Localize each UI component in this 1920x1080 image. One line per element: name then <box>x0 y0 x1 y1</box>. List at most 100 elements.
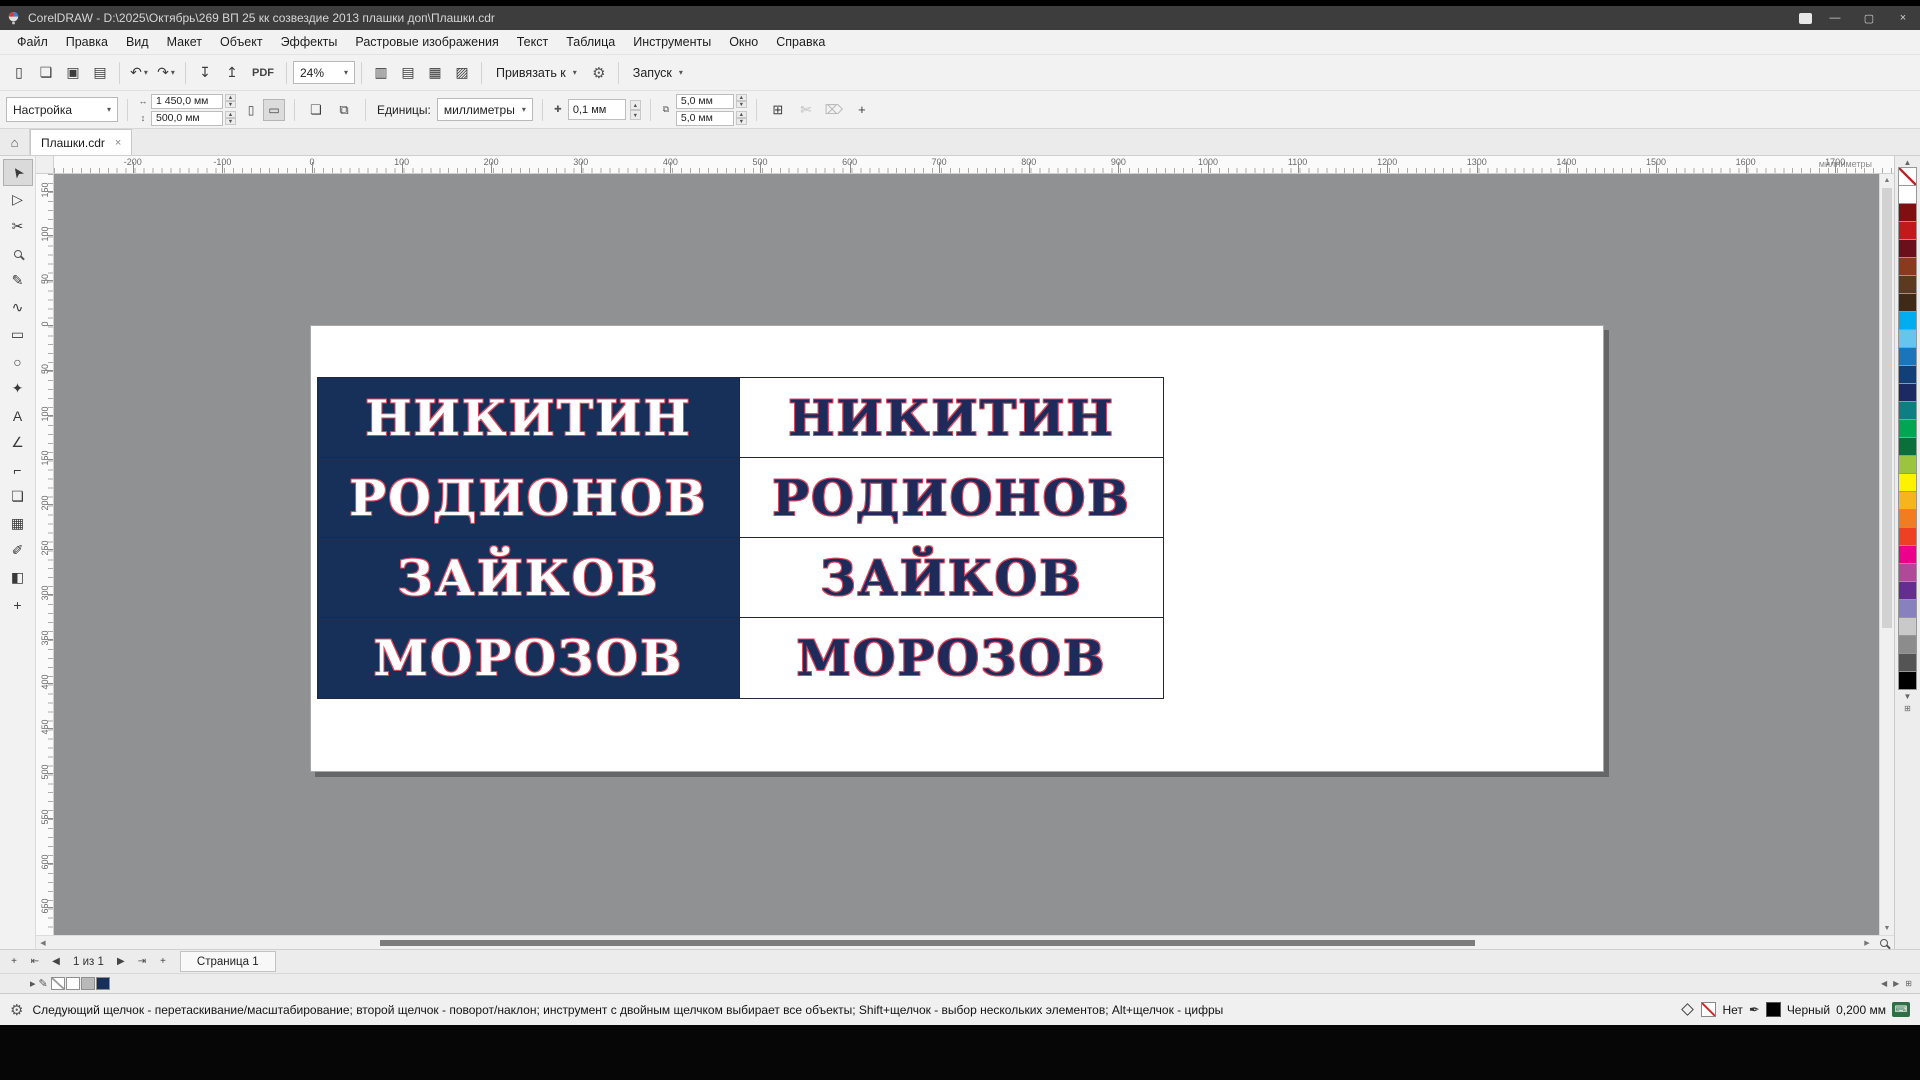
menu-item-4[interactable]: Объект <box>211 31 272 53</box>
open-button[interactable]: ❏ <box>33 60 59 86</box>
palette-swatch-2[interactable] <box>1898 203 1917 222</box>
horizontal-scrollbar-thumb[interactable] <box>380 940 1475 946</box>
palette-swatch-19[interactable] <box>1898 509 1917 528</box>
menu-item-10[interactable]: Окно <box>720 31 767 53</box>
page-tab[interactable]: Страница 1 <box>180 951 276 972</box>
ruler-origin-button[interactable] <box>36 156 54 173</box>
palette-swatch-20[interactable] <box>1898 527 1917 546</box>
fullscreen-preview-button[interactable]: ▥ <box>368 60 394 86</box>
palette-no-color-swatch[interactable] <box>1898 167 1917 186</box>
undo-button[interactable]: ↶▾ <box>126 60 152 86</box>
duplicate-x-stepper[interactable]: ▲▼ <box>736 94 747 108</box>
menu-item-7[interactable]: Текст <box>508 31 557 53</box>
close-button[interactable]: × <box>1886 6 1920 30</box>
import-button[interactable]: ↧ <box>192 60 218 86</box>
duplicate-y-field[interactable]: 5,0 мм <box>676 111 734 126</box>
palette-swatch-26[interactable] <box>1898 635 1917 654</box>
ellipse-tool[interactable]: ○ <box>3 348 33 375</box>
plate-cell-navy-2[interactable]: ЗАЙКОВ <box>318 538 740 618</box>
menu-item-8[interactable]: Таблица <box>557 31 624 53</box>
plate-cell-white-1[interactable]: РОДИОНОВ <box>740 458 1163 538</box>
add-tool-button[interactable]: + <box>3 591 33 618</box>
drawing-canvas[interactable]: НИКИТИННИКИТИНРОДИОНОВРОДИОНОВЗАЙКОВЗАЙК… <box>54 174 1879 935</box>
palette-swatch-9[interactable] <box>1898 329 1917 348</box>
current-page-button[interactable]: ⧉ <box>332 98 356 122</box>
launch-dropdown[interactable]: Запуск ▾ <box>625 60 691 86</box>
redo-button[interactable]: ↷▾ <box>153 60 179 86</box>
palette-swatch-6[interactable] <box>1898 275 1917 294</box>
portrait-button[interactable]: ▯ <box>240 99 262 121</box>
doc-palette-scroll-left-icon[interactable]: ◀ <box>1881 979 1887 988</box>
fill-none-swatch[interactable] <box>1701 1002 1716 1017</box>
plate-cell-white-2[interactable]: ЗАЙКОВ <box>740 538 1163 618</box>
page-width-field[interactable]: 1 450,0 мм <box>151 94 223 109</box>
palette-expand-icon[interactable]: ⊞ <box>1904 702 1911 714</box>
palette-swatch-8[interactable] <box>1898 311 1917 330</box>
plate-cell-navy-0[interactable]: НИКИТИН <box>318 378 740 458</box>
rectangle-tool[interactable]: ▭ <box>3 321 33 348</box>
palette-swatch-18[interactable] <box>1898 491 1917 510</box>
horizontal-ruler[interactable]: миллиметры -200-100010020030040050060070… <box>54 156 1894 173</box>
new-document-button[interactable]: ▯ <box>6 60 32 86</box>
doc-palette-more-icon[interactable]: ⊞ <box>1905 979 1912 988</box>
bspline-tool[interactable]: ∿ <box>3 294 33 321</box>
duplicate-x-field[interactable]: 5,0 мм <box>676 94 734 109</box>
status-gear-icon[interactable]: ⚙ <box>10 1001 23 1019</box>
fill-tool[interactable]: ◧ <box>3 564 33 591</box>
zoom-corner-button[interactable] <box>1874 936 1894 949</box>
tab-close-icon[interactable]: × <box>115 137 121 149</box>
minimize-button[interactable]: — <box>1818 6 1852 30</box>
horizontal-scrollbar-track[interactable] <box>50 936 1860 949</box>
palette-swatch-4[interactable] <box>1898 239 1917 258</box>
palette-swatch-28[interactable] <box>1898 671 1917 690</box>
duplicate-y-stepper[interactable]: ▲▼ <box>736 111 747 125</box>
menu-item-5[interactable]: Эффекты <box>272 31 347 53</box>
last-page-button[interactable]: ⇥ <box>132 952 152 972</box>
connector-tool[interactable]: ⌐ <box>3 456 33 483</box>
palette-swatch-22[interactable] <box>1898 563 1917 582</box>
add-page-button[interactable]: + <box>4 952 24 972</box>
scroll-right-icon[interactable]: ▶ <box>1860 936 1874 949</box>
palette-swatch-27[interactable] <box>1898 653 1917 672</box>
doc-palette-swatch-3[interactable] <box>96 977 110 990</box>
landscape-button[interactable]: ▭ <box>263 99 285 121</box>
nudge-stepper[interactable]: ▲▼ <box>630 100 641 120</box>
menu-item-0[interactable]: Файл <box>8 31 57 53</box>
shadow-tool[interactable]: ❏ <box>3 483 33 510</box>
show-guidelines-button[interactable]: ▨ <box>449 60 475 86</box>
menu-item-11[interactable]: Справка <box>767 31 834 53</box>
palette-swatch-23[interactable] <box>1898 581 1917 600</box>
scroll-left-icon[interactable]: ◀ <box>36 936 50 949</box>
doc-palette-swatch-2[interactable] <box>81 977 95 990</box>
horizontal-scrollbar[interactable]: ◀ ▶ <box>36 935 1894 949</box>
palette-swatch-15[interactable] <box>1898 437 1917 456</box>
doc-palette-pencil-icon[interactable]: ✎ <box>39 977 48 990</box>
palette-swatch-7[interactable] <box>1898 293 1917 312</box>
welcome-tab[interactable]: ⌂ <box>0 129 30 155</box>
all-pages-button[interactable]: ❏ <box>304 98 328 122</box>
palette-swatch-17[interactable] <box>1898 473 1917 492</box>
maximize-button[interactable]: ▢ <box>1852 6 1886 30</box>
vertical-scrollbar[interactable]: ▲ ▼ <box>1879 174 1894 935</box>
plate-cell-navy-1[interactable]: РОДИОНОВ <box>318 458 740 538</box>
palette-swatch-25[interactable] <box>1898 617 1917 636</box>
menu-item-3[interactable]: Макет <box>158 31 211 53</box>
doc-palette-swatch-0[interactable] <box>51 977 65 990</box>
palette-swatch-13[interactable] <box>1898 401 1917 420</box>
plate-cell-navy-3[interactable]: МОРОЗОВ <box>318 618 740 698</box>
doc-palette-swatch-1[interactable] <box>66 977 80 990</box>
save-button[interactable]: ▣ <box>60 60 86 86</box>
vertical-scrollbar-thumb[interactable] <box>1882 188 1892 628</box>
page-width-stepper[interactable]: ▲▼ <box>225 94 236 108</box>
menu-item-6[interactable]: Растровые изображения <box>346 31 507 53</box>
snap-to-dropdown[interactable]: Привязать к ▾ <box>488 60 585 86</box>
polygon-tool[interactable]: ✦ <box>3 375 33 402</box>
window-mode-icon[interactable] <box>1792 6 1818 30</box>
publish-pdf-button[interactable]: PDF <box>246 61 280 85</box>
name-plates-table[interactable]: НИКИТИННИКИТИНРОДИОНОВРОДИОНОВЗАЙКОВЗАЙК… <box>317 377 1164 699</box>
print-button[interactable]: ▤ <box>87 60 113 86</box>
export-button[interactable]: ↥ <box>219 60 245 86</box>
eyedropper-tool[interactable]: ✐ <box>3 537 33 564</box>
add-propbar-button[interactable]: + <box>850 98 874 122</box>
page-boundary[interactable]: НИКИТИННИКИТИНРОДИОНОВРОДИОНОВЗАЙКОВЗАЙК… <box>310 325 1604 772</box>
